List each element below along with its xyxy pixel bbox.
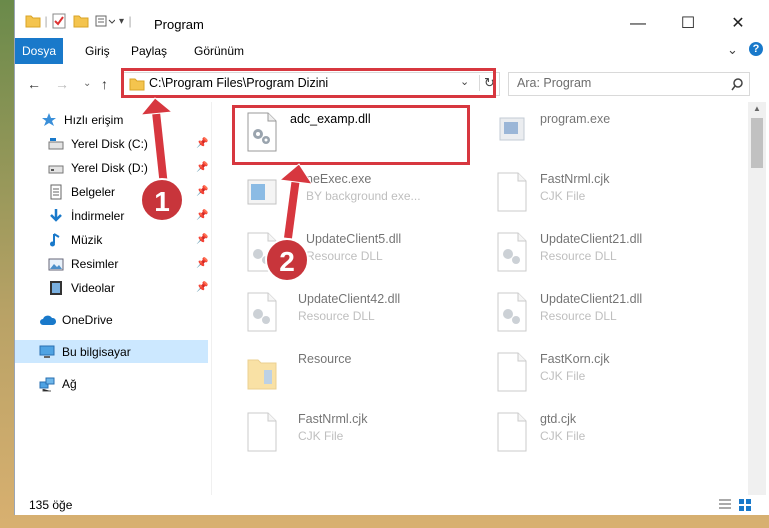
callout-1-badge: 1: [140, 178, 184, 222]
annotation-arrows: [139, 97, 314, 239]
callout-2-badge: 2: [265, 238, 309, 282]
